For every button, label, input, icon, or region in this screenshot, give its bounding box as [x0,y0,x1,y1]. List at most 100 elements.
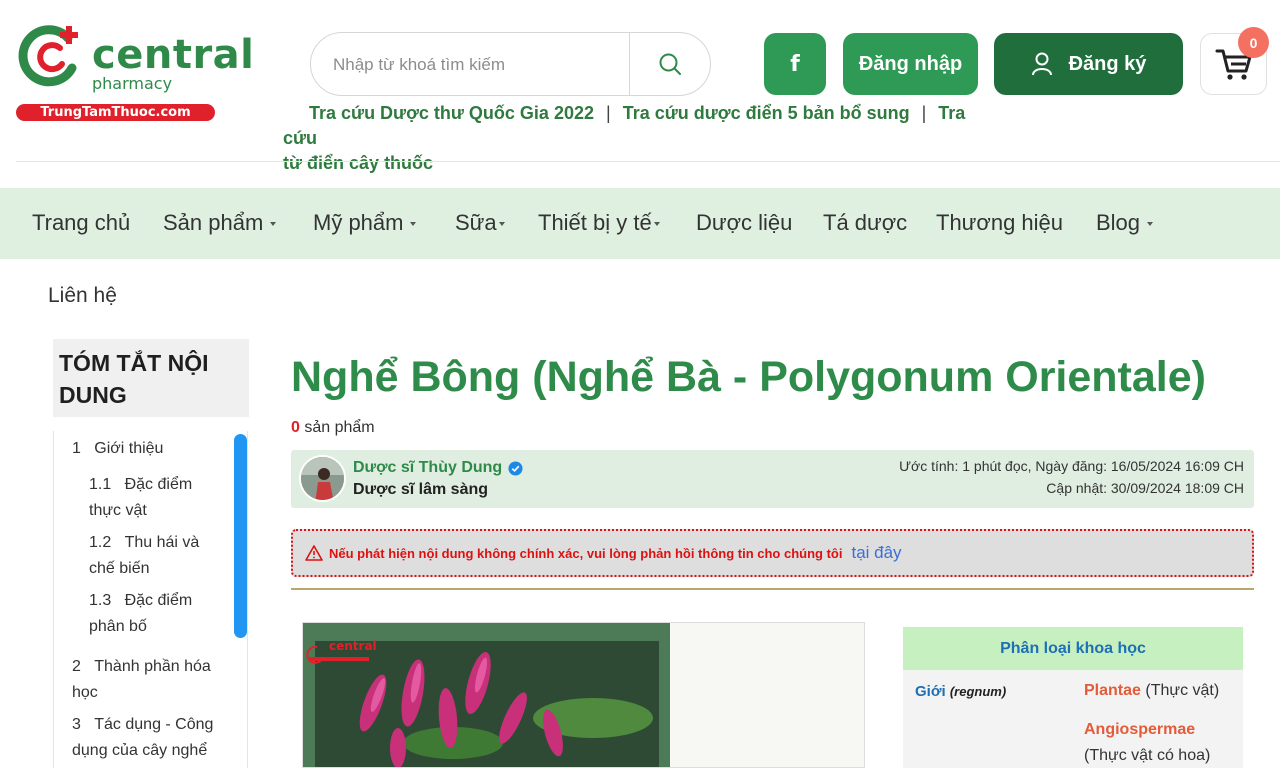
facebook-button[interactable]: f [764,33,826,95]
search-icon [659,53,681,75]
nav-label: Thương hiệu [936,210,1064,235]
search-button[interactable] [630,33,710,95]
chevron-down-icon [1147,222,1154,226]
toc-scrollbar[interactable] [234,434,247,638]
toc-item[interactable]: 2 Thành phần hóa học [72,654,232,706]
table-of-contents: 1 Giới thiệu 1.1 Đặc điểm thực vật 1.2 Th… [53,431,248,768]
search-box [310,32,711,96]
login-button[interactable]: Đăng nhập [843,33,978,95]
nav-item-blog[interactable]: Blog [1096,210,1154,236]
toc-item[interactable]: 1.1 Đặc điểm thực vật [89,472,229,524]
product-count: 0 sản phẩm [291,419,375,437]
nav-label: Trang chủ [32,210,131,235]
kingdom-vn: (Thực vật) [1145,682,1220,699]
verified-icon [508,460,523,476]
toc-num: 1 [72,440,81,457]
register-label: Đăng ký [1068,52,1147,75]
warning-icon [305,545,323,561]
figure-watermark: central [329,639,377,653]
nav-item-brands[interactable]: Thương hiệu [936,210,1063,236]
product-count-number: 0 [291,419,300,436]
site-logo[interactable]: central pharmacy TrungTamThuoc.com [14,22,254,122]
chevron-down-icon [653,222,660,226]
feedback-warning: Nếu phát hiện nội dung không chính xác, … [291,529,1254,577]
main-nav: Trang chủ Sản phẩm Mỹ phẩm Sữa Thiết bị … [0,188,1280,259]
nav-item-contact[interactable]: Liên hệ [48,284,117,308]
toc-num: 3 [72,716,81,733]
nav-label: Blog [1096,210,1141,235]
nav-item-herbal[interactable]: Dược liệu [696,210,792,236]
nav-item-home[interactable]: Trang chủ [32,210,130,236]
user-icon [1031,52,1052,76]
toc-item[interactable]: 3 Tác dụng - Công dụng của cây nghể [72,712,237,764]
kingdom-link[interactable]: Plantae [1084,682,1141,699]
chevron-down-icon [498,222,505,226]
feedback-link[interactable]: tại đây [851,543,901,563]
toc-label: Đặc điểm [124,476,193,493]
login-label: Đăng nhập [858,52,963,75]
link-separator: | [606,103,611,123]
author-role: Dược sĩ lâm sàng [353,481,489,498]
toc-title: TÓM TẮT NỘI DUNG [53,339,249,417]
search-input[interactable] [333,49,623,81]
product-count-label: sản phẩm [304,419,375,436]
cart-count-badge: 0 [1238,27,1269,58]
toc-label: Thu hái và [124,534,200,551]
link-tu-dien-part2: từ điển cây thuốc [283,153,434,173]
warning-text: Nếu phát hiện nội dung không chính xác, … [329,545,843,561]
nav-label: Dược liệu [696,210,793,235]
author-name[interactable]: Dược sĩ Thùy Dung [353,459,523,477]
avatar-photo-icon [301,457,344,500]
clade-link[interactable]: Angiospermae [1084,721,1195,738]
toc-item[interactable]: 1.2 Thu hái và chế biến [89,530,229,582]
central-logo-icon [18,25,78,87]
nav-item-milk[interactable]: Sữa [455,210,505,236]
toc-label: dụng của cây nghể [72,742,208,759]
scientific-classification: Phân loại khoa học Giới (regnum) Plantae… [903,627,1243,768]
toc-label: Thành phần hóa [94,658,211,675]
toc-num: 2 [72,658,81,675]
link-separator: | [921,103,927,123]
facebook-icon: f [790,51,800,77]
page-title: Nghể Bông (Nghể Bà - Polygonum Orientale… [291,353,1206,401]
nav-item-excipients[interactable]: Tá dược [823,210,907,236]
toc-label: phân bố [89,618,147,635]
chevron-down-icon [270,222,277,226]
author-box: Dược sĩ Thùy Dung Dược sĩ lâm sàng Ước t… [291,450,1254,508]
article-meta-updated: Cập nhật: 30/09/2024 18:09 CH [1046,480,1244,496]
link-duoc-dien[interactable]: Tra cứu dược điển 5 bản bổ sung [623,103,910,123]
header-divider [16,161,1280,162]
author-name-text: Dược sĩ Thùy Dung [353,459,503,476]
toc-label: học [72,684,98,701]
rank-latin: (regnum) [949,684,1007,699]
toc-label: Giới thiệu [94,440,164,457]
link-duoc-thu[interactable]: Tra cứu Dược thư Quốc Gia 2022 [309,103,594,123]
logo-wordmark: central [92,32,255,78]
plant-photo[interactable]: central [303,623,670,767]
register-button[interactable]: Đăng ký [994,33,1183,95]
rank-label: Giới (regnum) [915,683,1006,700]
toc-num: 1.1 [89,476,112,493]
kingdom-value: Plantae (Thực vật) [1084,682,1219,700]
site-header: central pharmacy TrungTamThuoc.com f Đăn… [0,0,1280,173]
toc-label: chế biến [89,560,150,577]
toc-label: Tác dụng - Công [94,716,214,733]
logo-domain-bar: TrungTamThuoc.com [16,104,215,121]
plant-figure: central [302,622,865,768]
nav-label: Mỹ phẩm [313,210,404,235]
nav-label: Sản phẩm [163,210,264,235]
nav-item-medical-devices[interactable]: Thiết bị y tế [538,210,660,236]
toc-item[interactable]: 1.3 Đặc điểm phân bố [89,588,229,640]
nav-label: Sữa [455,210,497,235]
nav-item-products[interactable]: Sản phẩm [163,210,277,236]
toc-label: Đặc điểm [124,592,193,609]
toc-item[interactable]: 1 Giới thiệu [72,436,163,462]
clade-vn: (Thực vật có hoa) [1084,747,1211,764]
toc-num: 1.3 [89,592,112,609]
avatar[interactable] [299,455,346,502]
nav-label: Tá dược [823,210,908,235]
rank-label-text: Giới [915,683,946,700]
nav-item-cosmetics[interactable]: Mỹ phẩm [313,210,417,236]
toc-num: 1.2 [89,534,112,551]
classification-header: Phân loại khoa học [903,627,1243,670]
